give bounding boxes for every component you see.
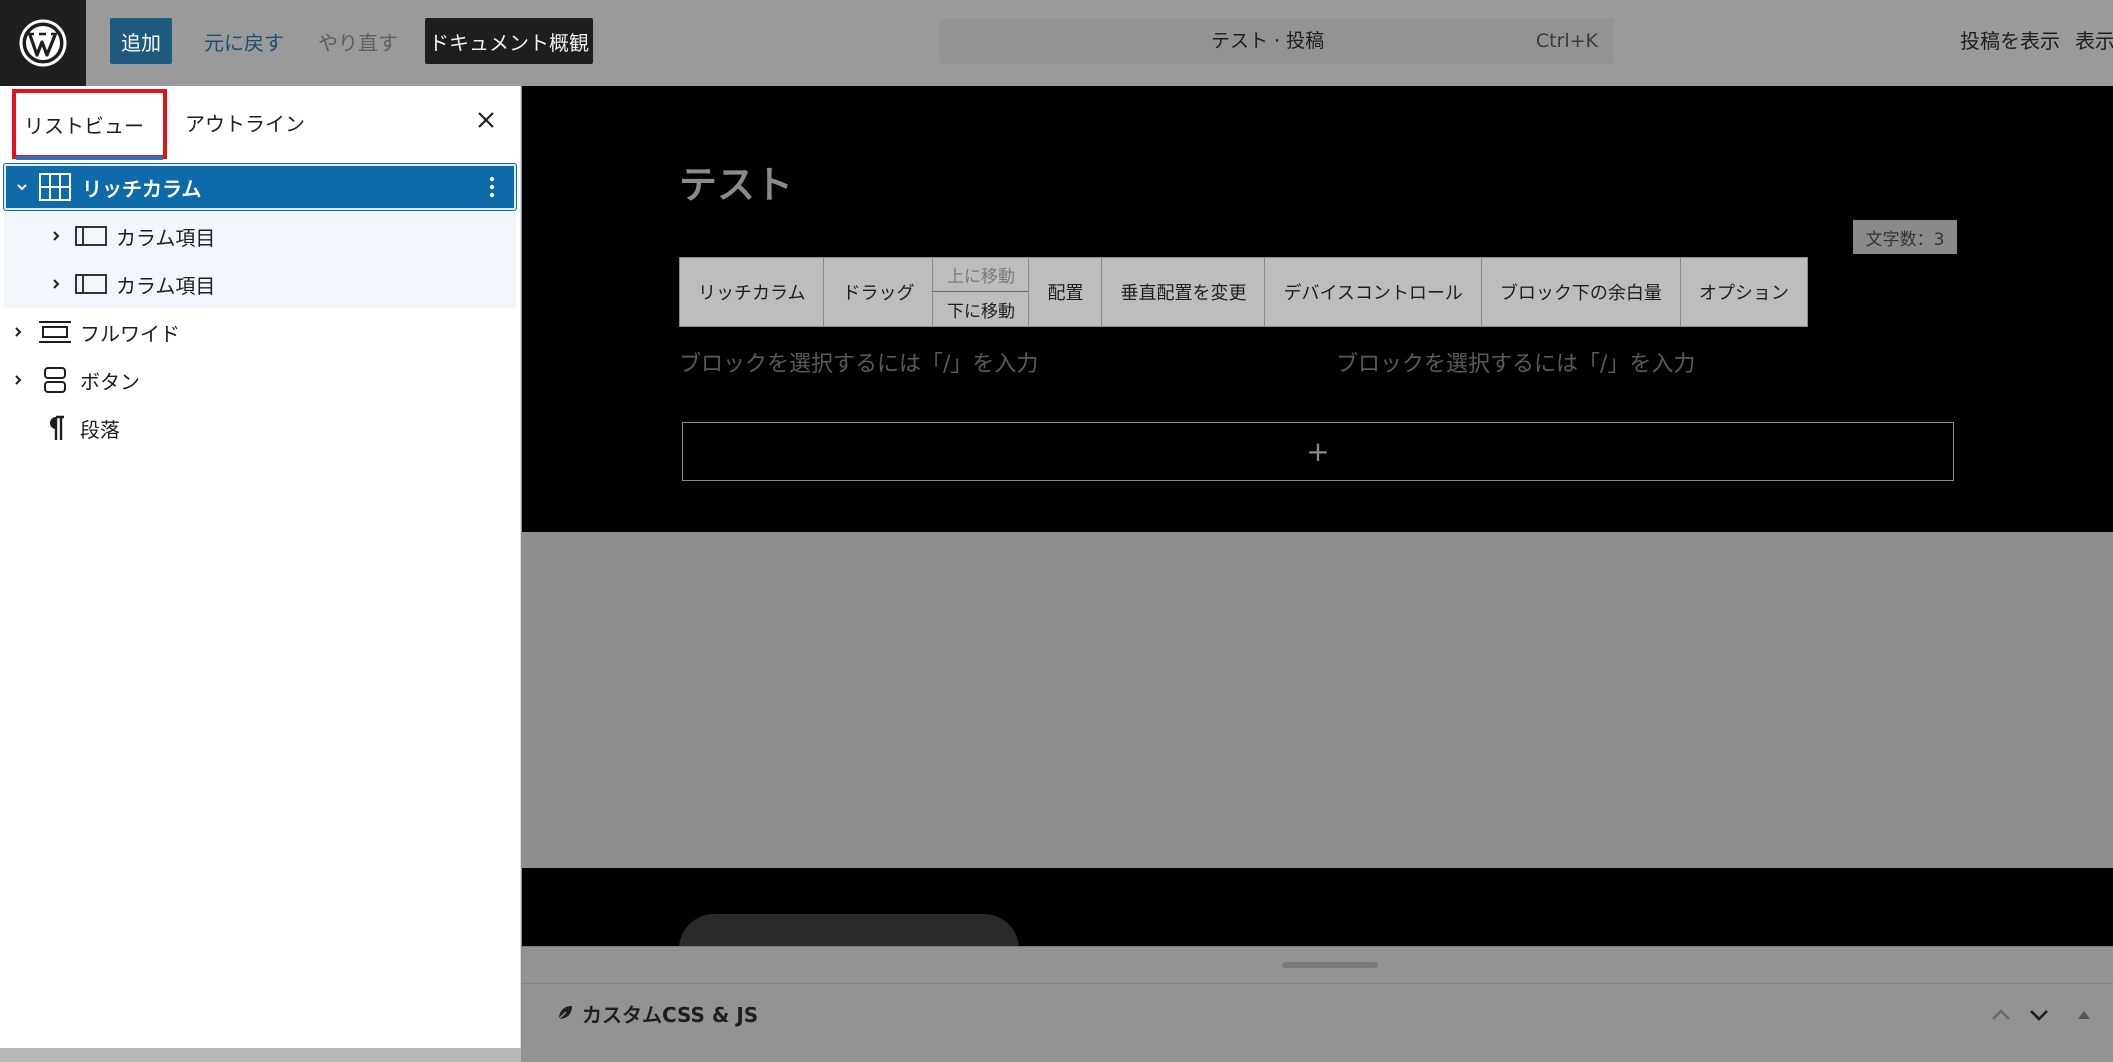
tree-item-label: ボタン xyxy=(80,369,140,394)
editor-canvas[interactable]: テスト 文字数：3 リッチカラム ドラッグ 上に移動 下に移動 配置 垂直配置を… xyxy=(522,86,2113,946)
move-up-icon[interactable] xyxy=(1987,1001,2015,1029)
char-count-badge: 文字数：3 xyxy=(1853,220,1957,254)
view-button[interactable]: 表示 xyxy=(2075,18,2113,64)
chevron-right-icon[interactable] xyxy=(46,226,66,246)
post-title[interactable]: テスト xyxy=(679,154,793,209)
custom-css-js-title: カスタムCSS & JS xyxy=(582,1002,759,1027)
block-margin-button[interactable]: ブロック下の余白量 xyxy=(1482,258,1681,326)
move-down-icon[interactable] xyxy=(2025,1001,2053,1029)
columns-icon xyxy=(38,170,72,204)
custom-css-js-header[interactable]: カスタムCSS & JS xyxy=(556,995,758,1031)
wordpress-logo[interactable] xyxy=(0,0,86,86)
full-width-block[interactable] xyxy=(522,532,2113,868)
chevron-right-icon[interactable] xyxy=(8,370,28,390)
tree-item-label: カラム項目 xyxy=(116,225,216,250)
append-block-button[interactable]: + xyxy=(682,422,1954,481)
tab-outline[interactable]: アウトライン xyxy=(185,94,305,154)
leaf-icon xyxy=(556,1004,574,1022)
full-width-icon xyxy=(38,315,72,349)
align-button[interactable]: 配置 xyxy=(1029,258,1103,326)
resize-handle[interactable] xyxy=(1282,962,1378,968)
button-block-pill[interactable] xyxy=(679,914,1019,946)
tree-item-label: フルワイド xyxy=(80,321,180,346)
column-icon xyxy=(74,219,108,253)
vertical-align-button[interactable]: 垂直配置を変更 xyxy=(1102,258,1266,326)
tree-item-buttons[interactable]: ボタン xyxy=(0,356,521,404)
tree-item-full-width[interactable]: フルワイド xyxy=(0,308,521,356)
command-bar-shortcut: Ctrl+K xyxy=(1535,30,1598,52)
column-placeholder-right[interactable]: ブロックを選択するには「/」を入力 xyxy=(1336,346,1695,378)
rich-columns-block[interactable]: テスト 文字数：3 リッチカラム ドラッグ 上に移動 下に移動 配置 垂直配置を… xyxy=(522,86,2113,532)
drag-handle-button[interactable]: ドラッグ xyxy=(824,258,934,326)
chevron-right-icon[interactable] xyxy=(46,274,66,294)
command-palette-bar[interactable]: テスト · 投稿 Ctrl+K xyxy=(939,18,1614,64)
active-tab-indicator xyxy=(16,156,163,160)
wordpress-icon xyxy=(19,19,67,67)
paragraph-icon xyxy=(38,411,72,445)
block-type-button[interactable]: リッチカラム xyxy=(680,258,825,326)
column-icon xyxy=(74,267,108,301)
options-menu-icon[interactable] xyxy=(482,172,502,202)
view-post-link[interactable]: 投稿を表示 xyxy=(1960,18,2060,64)
block-toolbar: リッチカラム ドラッグ 上に移動 下に移動 配置 垂直配置を変更 デバイスコント… xyxy=(679,257,1808,327)
chevron-down-icon[interactable] xyxy=(12,177,32,197)
device-control-button[interactable]: デバイスコントロール xyxy=(1265,258,1482,326)
tree-item-label: カラム項目 xyxy=(116,273,216,298)
meta-boxes-panel: カスタムCSS & JS xyxy=(522,946,2113,1062)
command-bar-title: テスト · 投稿 xyxy=(1211,30,1325,52)
tree-item-column-2[interactable]: カラム項目 xyxy=(4,260,516,308)
buttons-icon xyxy=(38,363,72,397)
document-overview-button[interactable]: ドキュメント概観 xyxy=(425,18,593,64)
column-placeholder-left[interactable]: ブロックを選択するには「/」を入力 xyxy=(679,346,1038,378)
close-panel-button[interactable] xyxy=(470,104,502,136)
move-buttons: 上に移動 下に移動 xyxy=(933,258,1030,326)
panel-scroll-strip xyxy=(0,1048,521,1062)
close-icon xyxy=(478,112,494,128)
meta-divider xyxy=(522,983,2113,984)
move-up-button[interactable]: 上に移動 xyxy=(933,258,1029,292)
tree-item-rich-columns[interactable]: リッチカラム xyxy=(4,164,516,210)
options-button[interactable]: オプション xyxy=(1681,258,1807,326)
list-view-panel: リストビュー アウトライン リッチカラム カラム項目 カラム項目 フルワイド ボ… xyxy=(0,86,521,1048)
collapse-toggle-icon[interactable] xyxy=(2074,1005,2094,1025)
tree-item-column-1[interactable]: カラム項目 xyxy=(4,212,516,260)
redo-button[interactable]: やり直す xyxy=(312,18,404,64)
editor-header: 追加 元に戻す やり直す ドキュメント概観 テスト · 投稿 Ctrl+K 投稿… xyxy=(0,0,2113,86)
tab-list-view[interactable]: リストビュー xyxy=(12,89,167,159)
panel-tabs: リストビュー アウトライン xyxy=(0,86,521,160)
add-block-button[interactable]: 追加 xyxy=(110,18,172,64)
move-down-button[interactable]: 下に移動 xyxy=(933,292,1028,326)
tree-item-paragraph[interactable]: 段落 xyxy=(0,404,521,452)
undo-button[interactable]: 元に戻す xyxy=(198,18,290,64)
chevron-right-icon[interactable] xyxy=(8,322,28,342)
tree-item-label: リッチカラム xyxy=(82,176,202,201)
tree-item-label: 段落 xyxy=(80,417,120,442)
